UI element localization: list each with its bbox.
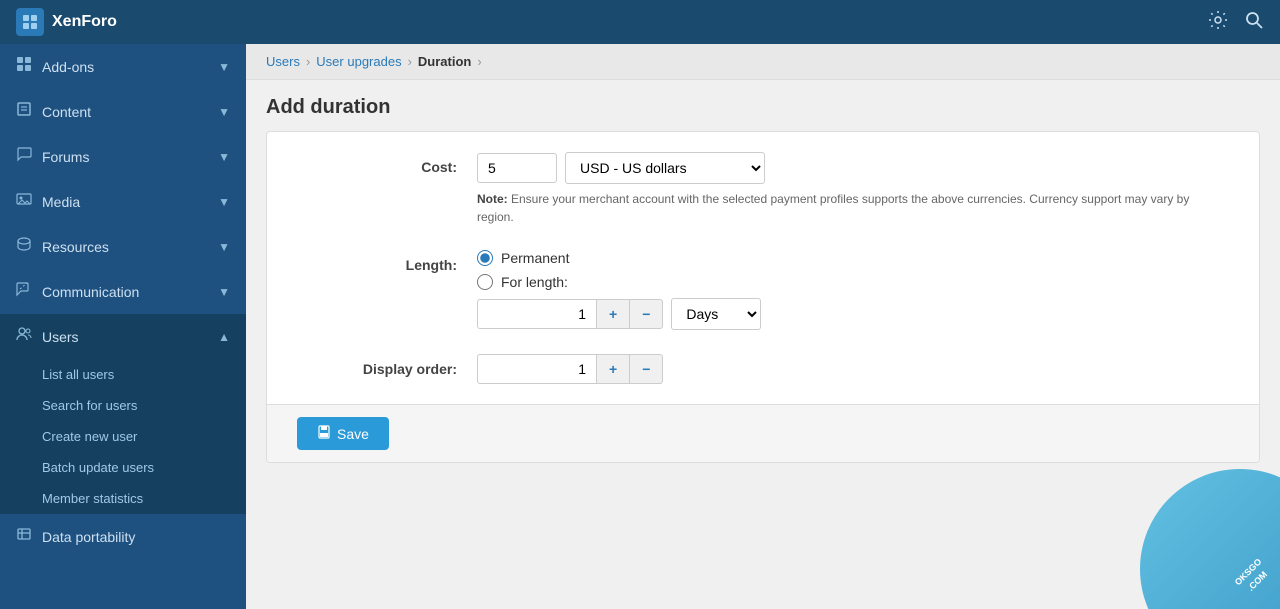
sidebar-item-list-users[interactable]: List all users [0,359,246,390]
sidebar-item-media[interactable]: Media ▼ [0,179,246,224]
content-label: Content [42,104,91,120]
media-icon [16,191,32,212]
radio-for-length: For length: [477,274,1229,290]
addons-label: Add-ons [42,59,94,75]
form-row-cost: Cost: USD - US dollars EUR - Euro GBP - … [297,152,1229,226]
content-icon [16,101,32,122]
search-icon[interactable] [1244,10,1264,35]
display-order-label: Display order: [297,354,477,377]
breadcrumb-sep-1: › [306,54,310,69]
sidebar-item-content[interactable]: Content ▼ [0,89,246,134]
sidebar-item-member-statistics[interactable]: Member statistics [0,483,246,514]
users-chevron: ▲ [218,330,230,344]
breadcrumb: Users › User upgrades › Duration › [246,44,1280,80]
radio-permanent: Permanent [477,250,1229,266]
length-unit-select[interactable]: Days Weeks Months Years [671,298,761,330]
addons-chevron: ▼ [218,60,230,74]
breadcrumb-duration: Duration [418,54,471,69]
save-button[interactable]: Save [297,417,389,450]
communication-icon [16,281,32,302]
resources-icon [16,236,32,257]
permanent-radio[interactable] [477,250,493,266]
form-footer: Save [267,404,1259,462]
form-row-display-order: Display order: + − [297,354,1229,384]
sidebar-item-data-portability[interactable]: Data portability [0,514,246,559]
brand-name: XenForo [52,13,117,31]
note-bold: Note: [477,192,508,206]
cost-note: Note: Ensure your merchant account with … [477,190,1229,226]
display-order-field: + − [477,354,1229,384]
media-chevron: ▼ [218,195,230,209]
forums-icon [16,146,32,167]
currency-select[interactable]: USD - US dollars EUR - Euro GBP - Britis… [565,152,765,184]
top-nav: XenForo [0,0,1280,44]
form-row-length: Length: Permanent For length: + [297,250,1229,330]
save-icon [317,425,331,442]
sidebar-item-communication[interactable]: Communication ▼ [0,269,246,314]
content-chevron: ▼ [218,105,230,119]
resources-chevron: ▼ [218,240,230,254]
save-label: Save [337,426,369,442]
sidebar-item-forums[interactable]: Forums ▼ [0,134,246,179]
breadcrumb-users[interactable]: Users [266,54,300,69]
length-input[interactable] [477,299,597,329]
sidebar-item-search-users[interactable]: Search for users [0,390,246,421]
breadcrumb-user-upgrades[interactable]: User upgrades [316,54,401,69]
page-title: Add duration [246,80,1280,131]
forums-chevron: ▼ [218,150,230,164]
communication-chevron: ▼ [218,285,230,299]
logo-icon [16,8,44,36]
length-label: Length: [297,250,477,273]
settings-icon[interactable] [1208,10,1228,35]
media-label: Media [42,194,80,210]
display-order-decrement-button[interactable]: − [630,354,663,384]
note-body: Ensure your merchant account with the se… [477,192,1189,224]
users-sub-menu: List all users Search for users Create n… [0,359,246,514]
length-stepper: + − Days Weeks Months Years [477,298,1229,330]
permanent-label[interactable]: Permanent [501,250,569,266]
forums-label: Forums [42,149,89,165]
breadcrumb-sep-3: › [477,54,481,69]
length-increment-button[interactable]: + [597,299,630,329]
communication-label: Communication [42,284,139,300]
breadcrumb-sep-2: › [408,54,412,69]
data-portability-label: Data portability [42,529,135,545]
form-card: Cost: USD - US dollars EUR - Euro GBP - … [266,131,1260,463]
sidebar: Add-ons ▼ Content ▼ [0,44,246,609]
sidebar-item-batch-update-users[interactable]: Batch update users [0,452,246,483]
sidebar-item-users[interactable]: Users ▲ [0,314,246,359]
sidebar-item-create-user[interactable]: Create new user [0,421,246,452]
length-field: Permanent For length: + − Days [477,250,1229,330]
sidebar-item-resources[interactable]: Resources ▼ [0,224,246,269]
display-order-increment-button[interactable]: + [597,354,630,384]
resources-label: Resources [42,239,109,255]
top-nav-icons [1208,10,1264,35]
length-decrement-button[interactable]: − [630,299,663,329]
display-order-stepper: + − [477,354,1229,384]
data-portability-icon [16,526,32,547]
sidebar-item-addons[interactable]: Add-ons ▼ [0,44,246,89]
for-length-radio[interactable] [477,274,493,290]
cost-label: Cost: [297,152,477,175]
users-label: Users [42,329,79,345]
cost-field: USD - US dollars EUR - Euro GBP - Britis… [477,152,1229,226]
addons-icon [16,56,32,77]
brand-logo[interactable]: XenForo [16,8,117,36]
for-length-label[interactable]: For length: [501,274,568,290]
cost-input[interactable] [477,153,557,183]
main-content: Users › User upgrades › Duration › Add d… [246,44,1280,609]
display-order-input[interactable] [477,354,597,384]
users-icon [16,326,32,347]
